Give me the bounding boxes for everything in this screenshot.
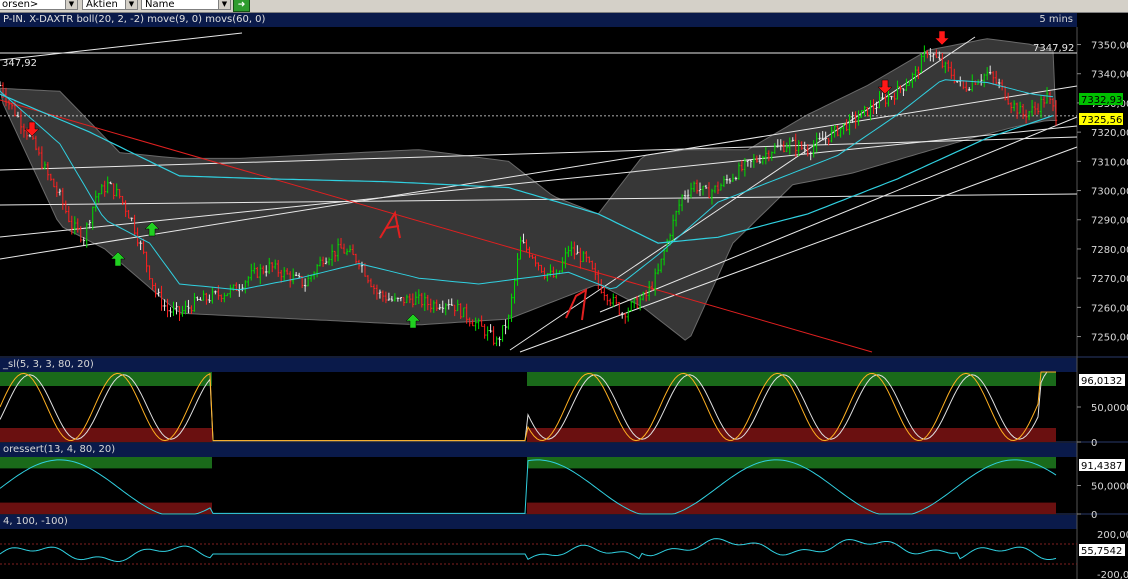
stoch-oversold-zone <box>0 428 212 442</box>
y-tick-label: -200,0000 <box>1097 570 1128 579</box>
y-tick-label: 7310,00 <box>1091 157 1128 168</box>
y-tick-label: 7290,00 <box>1091 216 1128 227</box>
price-label-high-left: 347,92 <box>2 58 37 69</box>
y-tick-label: 7250,00 <box>1091 333 1128 344</box>
price-label-last-yellow: 7325,56 <box>1081 115 1122 126</box>
chart-canvas[interactable]: 7250,00 7260,00 7270,00 7280,00 7290,00 7300,… <box>0 0 1128 579</box>
y-tick-label: 7350,00 <box>1091 41 1128 52</box>
y-tick-label: 7280,00 <box>1091 245 1128 256</box>
stoch2-oversold-zone <box>0 503 212 514</box>
y-tick-label: 50,0000 <box>1091 403 1128 414</box>
cci-last-value: 55,7542 <box>1081 546 1122 557</box>
stoch2-oversold-zone <box>527 503 1056 514</box>
stoch-last-value: 96,0132 <box>1081 376 1122 387</box>
y-tick-label: 200,0000 <box>1097 530 1128 541</box>
y-tick-label: 7270,00 <box>1091 274 1128 285</box>
y-tick-label: 0 <box>1091 510 1097 521</box>
y-tick-label: 50,0000 <box>1091 482 1128 493</box>
y-tick-label: 0 <box>1091 438 1097 449</box>
y-tick-label: 7340,00 <box>1091 70 1128 81</box>
cci-line <box>0 539 1056 562</box>
stoch-oversold-zone <box>527 428 1056 442</box>
stoch2-overbought-zone <box>527 457 1056 468</box>
stoch2-last-value: 91,4387 <box>1081 461 1122 472</box>
price-label-high-right: 7347,92 <box>1033 43 1074 54</box>
y-tick-label: 7300,00 <box>1091 187 1128 198</box>
y-tick-label: 7320,00 <box>1091 128 1128 139</box>
price-label-last-green: 7332,93 <box>1081 95 1122 106</box>
y-tick-label: 7260,00 <box>1091 303 1128 314</box>
